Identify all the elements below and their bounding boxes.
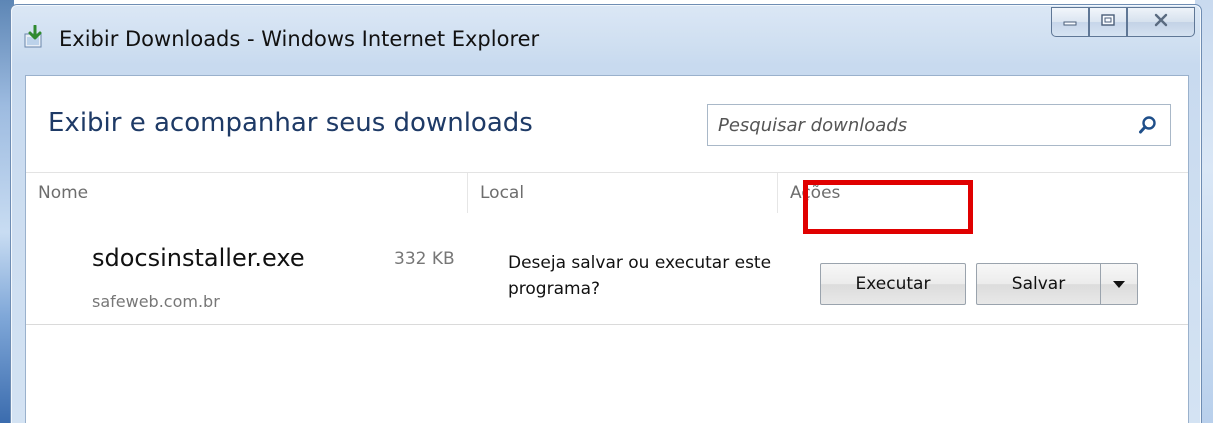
minimize-button[interactable]: [1051, 7, 1089, 37]
column-header-location[interactable]: Local: [468, 173, 778, 213]
screenshot: Exibir Downloads - Windows Internet Expl…: [0, 0, 1213, 423]
maximize-icon: [1100, 13, 1116, 31]
download-row[interactable]: sdocsinstaller.exe 332 KB safeweb.com.br…: [26, 216, 1188, 325]
file-name: sdocsinstaller.exe: [92, 244, 305, 272]
file-size: 332 KB: [394, 249, 455, 269]
highlight-box: [803, 180, 973, 234]
title-bar[interactable]: Exibir Downloads - Windows Internet Expl…: [11, 5, 1201, 75]
download-prompt: Deseja salvar ou executar este programa?: [508, 253, 772, 299]
run-button[interactable]: Executar: [820, 263, 966, 305]
search-box[interactable]: [707, 104, 1171, 146]
search-input[interactable]: [708, 107, 1128, 143]
column-header-row: Nome Local Ações: [26, 172, 1188, 213]
downloads-panel: Exibir e acompanhar seus downloads Nome …: [25, 75, 1189, 423]
page-title: Exibir e acompanhar seus downloads: [48, 108, 533, 138]
file-source: safeweb.com.br: [92, 292, 220, 311]
window-title: Exibir Downloads - Windows Internet Expl…: [59, 27, 540, 51]
window-controls: [1051, 7, 1195, 41]
downloads-app-icon: [23, 24, 47, 49]
chevron-down-icon: [1113, 280, 1125, 288]
column-header-name[interactable]: Nome: [26, 173, 466, 213]
close-icon: [1153, 13, 1169, 31]
minimize-icon: [1062, 13, 1078, 31]
search-icon[interactable]: [1138, 115, 1158, 135]
maximize-button[interactable]: [1089, 7, 1127, 37]
close-button[interactable]: [1127, 7, 1195, 37]
downloads-window: Exibir Downloads - Windows Internet Expl…: [10, 4, 1202, 423]
save-button[interactable]: Salvar: [976, 263, 1101, 305]
save-options-button[interactable]: [1100, 263, 1138, 305]
